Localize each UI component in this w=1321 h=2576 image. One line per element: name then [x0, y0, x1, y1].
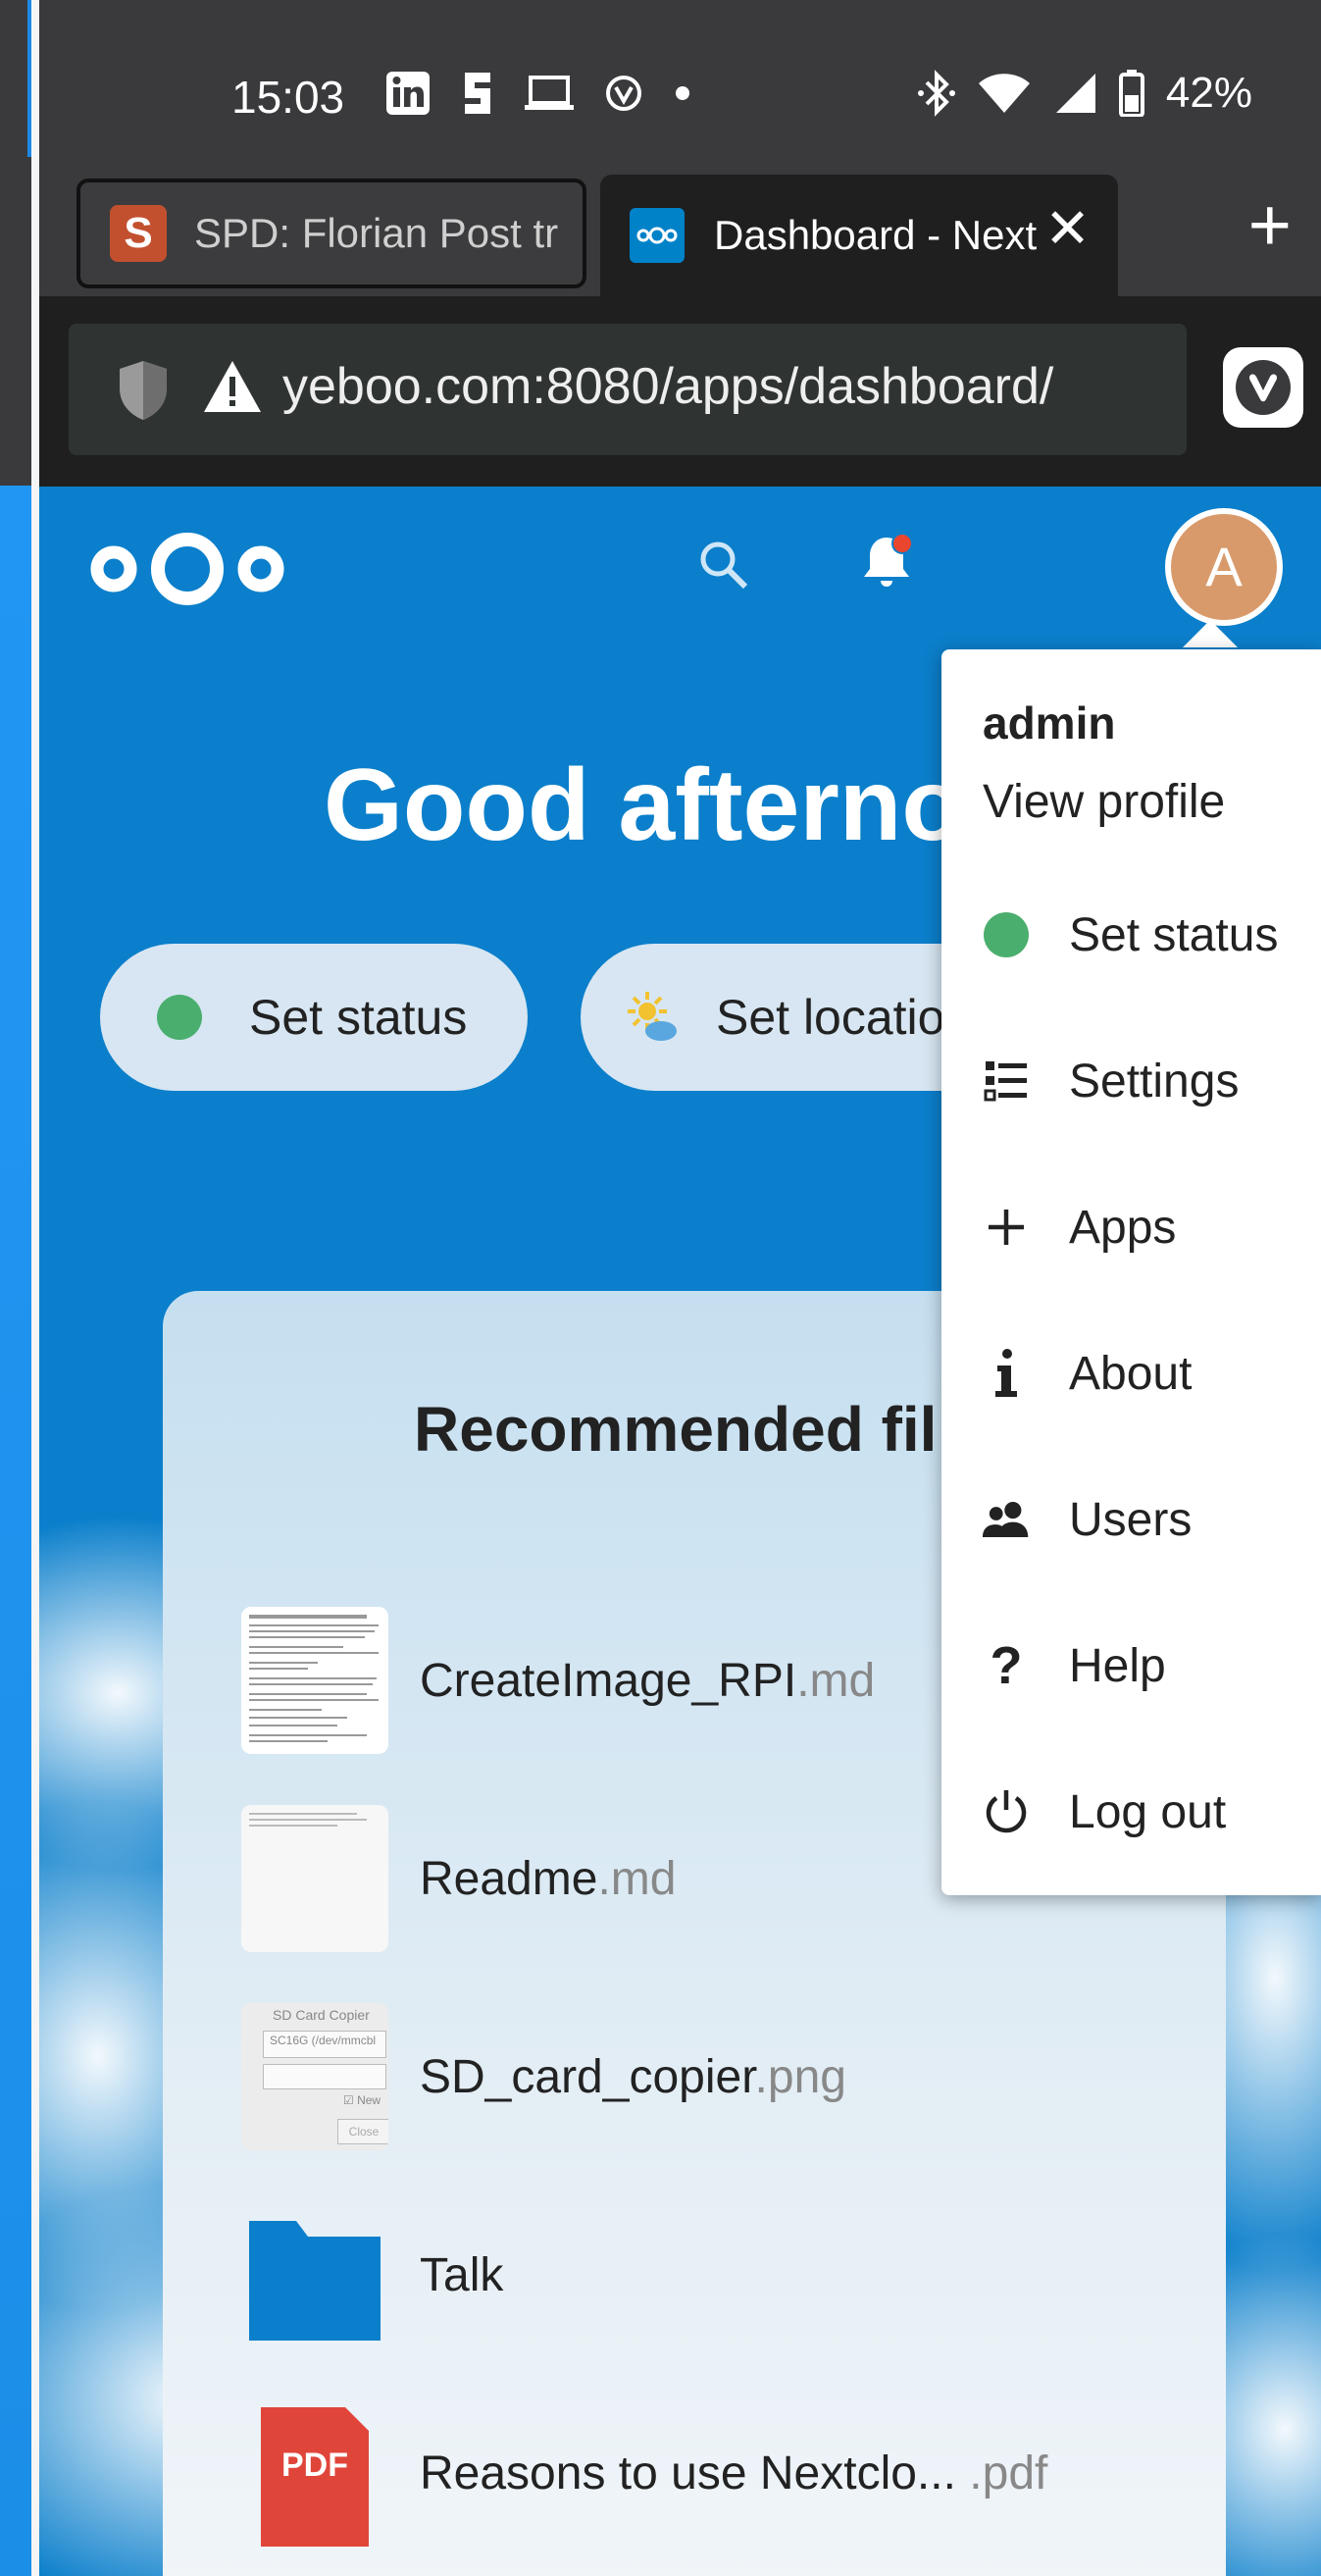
- menu-item-apps[interactable]: Apps: [983, 1183, 1176, 1271]
- screen: 15:03 42% S SPD: Florian Post tr Dashboa…: [0, 0, 1321, 2576]
- notifications-bell-icon[interactable]: [857, 532, 916, 594]
- sd-thumb-check: ☑ New: [343, 2093, 381, 2107]
- file-item-createimage[interactable]: CreateImage_RPI.md: [241, 1607, 875, 1754]
- menu-arrow: [1183, 620, 1238, 647]
- address-bar: yeboo.com:8080/apps/dashboard/: [39, 296, 1321, 487]
- greeting-heading: Good afterno: [324, 748, 964, 862]
- users-icon: [983, 1496, 1030, 1543]
- sd-thumb-close: Close: [337, 2119, 388, 2144]
- tab-bar: S SPD: Florian Post tr Dashboard - Nextc…: [39, 167, 1321, 296]
- wifi-icon: [978, 74, 1030, 113]
- nextcloud-header: A: [39, 487, 1321, 644]
- url-text[interactable]: yeboo.com:8080/apps/dashboard/: [282, 357, 1053, 416]
- menu-item-set-status[interactable]: Set status: [983, 891, 1278, 979]
- card-title: Recommended fil: [414, 1394, 938, 1465]
- help-icon: ?: [990, 1636, 1023, 1695]
- info-icon: [983, 1349, 1030, 1397]
- pdf-icon: PDF: [241, 2399, 388, 2547]
- menu-item-settings[interactable]: Settings: [983, 1037, 1239, 1125]
- weather-sun-cloud-icon: [628, 992, 677, 1041]
- url-field[interactable]: yeboo.com:8080/apps/dashboard/: [69, 324, 1187, 455]
- menu-item-users[interactable]: Users: [983, 1475, 1192, 1564]
- status-time: 15:03: [231, 72, 345, 123]
- battery-percent: 42%: [1165, 69, 1252, 117]
- menu-item-log-out[interactable]: Log out: [983, 1768, 1226, 1856]
- status-dot-icon: [157, 995, 202, 1040]
- settings-list-icon: [983, 1057, 1030, 1105]
- shield-icon[interactable]: [116, 359, 171, 422]
- tab-dashboard[interactable]: Dashboard - Nextcloud ✕: [600, 175, 1118, 296]
- plus-icon: [983, 1204, 1030, 1251]
- file-name: Readme.md: [420, 1852, 677, 1905]
- tab-title: Dashboard - Nextcloud: [714, 212, 1038, 258]
- tab-title: SPD: Florian Post tr: [194, 210, 559, 256]
- close-tab-icon[interactable]: ✕: [1044, 196, 1091, 261]
- system-icons: 42%: [917, 69, 1252, 118]
- menu-username: admin: [983, 697, 1116, 748]
- spd-favicon-icon: S: [110, 205, 167, 262]
- sd-thumb-field: SC16G (/dev/mmcbl: [270, 2034, 377, 2047]
- pdf-label: PDF: [281, 2447, 348, 2484]
- search-icon[interactable]: [696, 538, 751, 592]
- new-tab-plus-icon[interactable]: +: [1248, 188, 1292, 263]
- power-icon: [983, 1788, 1030, 1835]
- nextcloud-favicon-icon: [630, 208, 685, 263]
- linkedin-icon: [386, 72, 430, 115]
- file-name: Talk: [420, 2248, 504, 2301]
- set-status-button[interactable]: Set status: [100, 944, 528, 1091]
- menu-item-about[interactable]: About: [983, 1329, 1192, 1417]
- spd-icon: [465, 73, 490, 114]
- file-item-sd-card-copier[interactable]: SD Card Copier SC16G (/dev/mmcbl ☑ New C…: [241, 2003, 846, 2150]
- menu-item-help[interactable]: ? Help: [983, 1622, 1166, 1710]
- nextcloud-dashboard: A Good afterno Set status Set locatio Re…: [39, 487, 1321, 2576]
- file-name: CreateImage_RPI.md: [420, 1654, 876, 1707]
- split-screen-left-edge: [0, 0, 31, 2576]
- document-thumbnail: [241, 1805, 388, 1952]
- status-bar: 15:03 42%: [39, 0, 1321, 177]
- status-dot-icon: [983, 911, 1030, 958]
- file-name: Reasons to use Nextclo... .pdf: [420, 2447, 1048, 2499]
- user-avatar[interactable]: A: [1171, 514, 1277, 620]
- document-thumbnail: [241, 1607, 388, 1754]
- nextcloud-logo[interactable]: [84, 522, 290, 616]
- browser-window: 15:03 42% S SPD: Florian Post tr Dashboa…: [39, 0, 1321, 2576]
- notification-icons: [384, 69, 692, 118]
- sd-thumb-title: SD Card Copier: [273, 2007, 370, 2023]
- set-status-label: Set status: [249, 990, 468, 1045]
- more-notifications-dot-icon: [676, 86, 689, 100]
- laptop-icon: [525, 76, 574, 110]
- file-item-readme[interactable]: Readme.md: [241, 1805, 676, 1952]
- view-profile-link[interactable]: View profile: [983, 775, 1225, 829]
- user-menu: admin View profile Set status Settings A…: [941, 649, 1321, 1895]
- vivaldi-menu-icon[interactable]: [1223, 347, 1303, 428]
- tab-spd[interactable]: S SPD: Florian Post tr: [76, 179, 586, 288]
- split-screen-divider[interactable]: [31, 0, 39, 2576]
- folder-icon: [241, 2201, 388, 2348]
- file-name: SD_card_copier.png: [420, 2050, 846, 2103]
- file-item-talk-folder[interactable]: Talk: [241, 2201, 503, 2348]
- image-thumbnail: SD Card Copier SC16G (/dev/mmcbl ☑ New C…: [241, 2003, 388, 2150]
- set-location-label: Set locatio: [716, 990, 945, 1045]
- vivaldi-notification-icon: [606, 76, 641, 111]
- signal-icon: [1055, 74, 1095, 113]
- battery-icon: [1118, 70, 1144, 117]
- file-item-reasons-pdf[interactable]: PDF Reasons to use Nextclo... .pdf: [241, 2399, 1047, 2547]
- warning-icon[interactable]: [202, 359, 263, 414]
- bluetooth-icon: [917, 70, 955, 117]
